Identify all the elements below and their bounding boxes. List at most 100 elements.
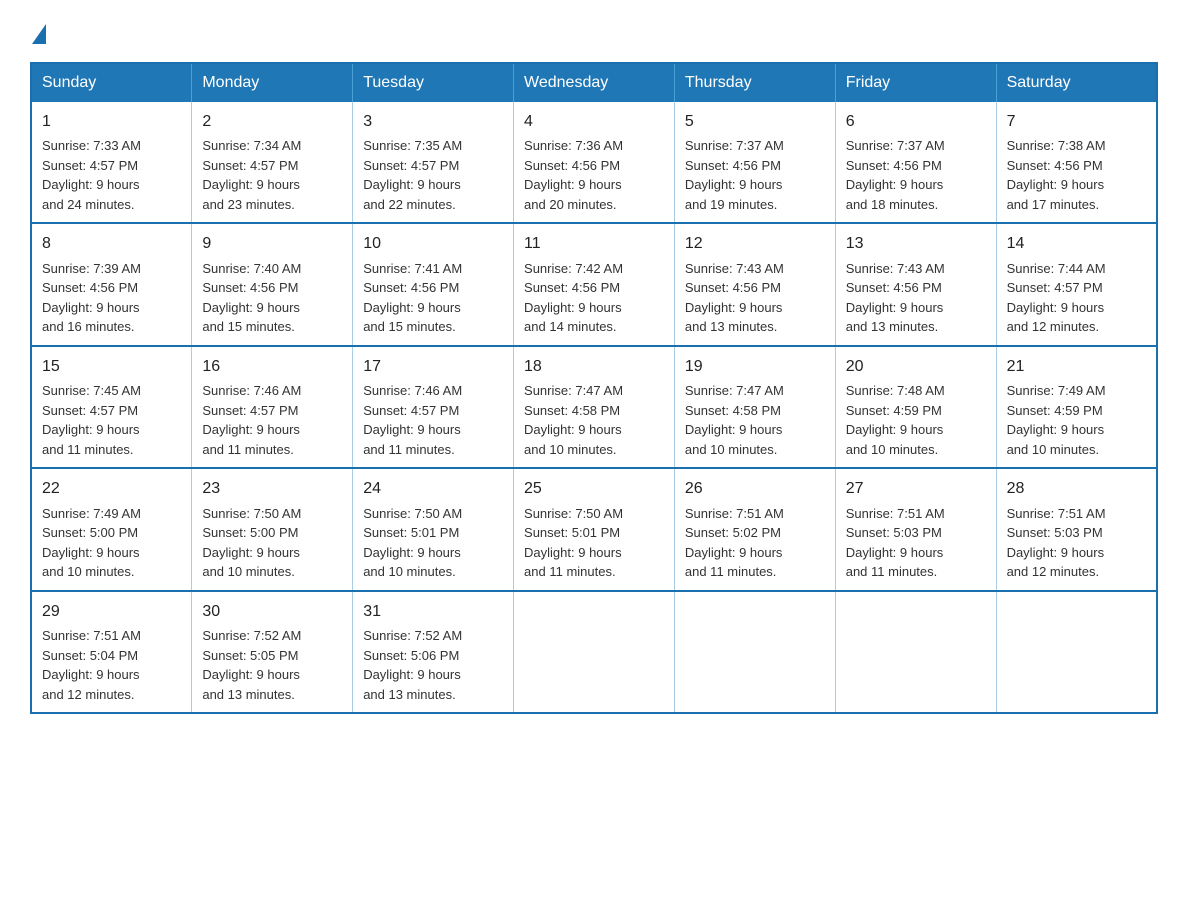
calendar-cell: 14 Sunrise: 7:44 AMSunset: 4:57 PMDaylig… xyxy=(996,223,1157,345)
day-info: Sunrise: 7:50 AMSunset: 5:01 PMDaylight:… xyxy=(363,506,462,580)
calendar-week-row: 15 Sunrise: 7:45 AMSunset: 4:57 PMDaylig… xyxy=(31,346,1157,468)
calendar-cell: 16 Sunrise: 7:46 AMSunset: 4:57 PMDaylig… xyxy=(192,346,353,468)
day-info: Sunrise: 7:49 AMSunset: 4:59 PMDaylight:… xyxy=(1007,383,1106,457)
calendar-cell: 20 Sunrise: 7:48 AMSunset: 4:59 PMDaylig… xyxy=(835,346,996,468)
calendar-cell: 11 Sunrise: 7:42 AMSunset: 4:56 PMDaylig… xyxy=(514,223,675,345)
day-info: Sunrise: 7:41 AMSunset: 4:56 PMDaylight:… xyxy=(363,261,462,335)
day-info: Sunrise: 7:47 AMSunset: 4:58 PMDaylight:… xyxy=(524,383,623,457)
logo xyxy=(30,20,46,44)
calendar-cell: 26 Sunrise: 7:51 AMSunset: 5:02 PMDaylig… xyxy=(674,468,835,590)
weekday-header-wednesday: Wednesday xyxy=(514,63,675,102)
day-number: 17 xyxy=(363,355,503,378)
day-number: 28 xyxy=(1007,477,1146,500)
calendar-cell: 4 Sunrise: 7:36 AMSunset: 4:56 PMDayligh… xyxy=(514,102,675,223)
day-number: 7 xyxy=(1007,110,1146,133)
day-info: Sunrise: 7:52 AMSunset: 5:05 PMDaylight:… xyxy=(202,628,301,702)
page-header xyxy=(30,20,1158,44)
day-number: 19 xyxy=(685,355,825,378)
day-number: 31 xyxy=(363,600,503,623)
calendar-cell: 8 Sunrise: 7:39 AMSunset: 4:56 PMDayligh… xyxy=(31,223,192,345)
calendar-cell: 21 Sunrise: 7:49 AMSunset: 4:59 PMDaylig… xyxy=(996,346,1157,468)
day-number: 10 xyxy=(363,232,503,255)
logo-triangle-icon xyxy=(32,24,46,44)
calendar-cell: 25 Sunrise: 7:50 AMSunset: 5:01 PMDaylig… xyxy=(514,468,675,590)
day-info: Sunrise: 7:34 AMSunset: 4:57 PMDaylight:… xyxy=(202,138,301,212)
day-number: 16 xyxy=(202,355,342,378)
day-number: 11 xyxy=(524,232,664,255)
day-info: Sunrise: 7:44 AMSunset: 4:57 PMDaylight:… xyxy=(1007,261,1106,335)
day-number: 30 xyxy=(202,600,342,623)
day-info: Sunrise: 7:51 AMSunset: 5:04 PMDaylight:… xyxy=(42,628,141,702)
day-info: Sunrise: 7:48 AMSunset: 4:59 PMDaylight:… xyxy=(846,383,945,457)
day-number: 3 xyxy=(363,110,503,133)
calendar-cell: 9 Sunrise: 7:40 AMSunset: 4:56 PMDayligh… xyxy=(192,223,353,345)
calendar-cell: 6 Sunrise: 7:37 AMSunset: 4:56 PMDayligh… xyxy=(835,102,996,223)
calendar-cell xyxy=(996,591,1157,713)
day-number: 26 xyxy=(685,477,825,500)
calendar-cell: 12 Sunrise: 7:43 AMSunset: 4:56 PMDaylig… xyxy=(674,223,835,345)
day-number: 1 xyxy=(42,110,181,133)
day-info: Sunrise: 7:37 AMSunset: 4:56 PMDaylight:… xyxy=(846,138,945,212)
day-info: Sunrise: 7:50 AMSunset: 5:01 PMDaylight:… xyxy=(524,506,623,580)
day-number: 20 xyxy=(846,355,986,378)
weekday-header-friday: Friday xyxy=(835,63,996,102)
calendar-cell xyxy=(514,591,675,713)
calendar-cell: 23 Sunrise: 7:50 AMSunset: 5:00 PMDaylig… xyxy=(192,468,353,590)
weekday-header-saturday: Saturday xyxy=(996,63,1157,102)
calendar-cell: 22 Sunrise: 7:49 AMSunset: 5:00 PMDaylig… xyxy=(31,468,192,590)
day-number: 5 xyxy=(685,110,825,133)
day-number: 29 xyxy=(42,600,181,623)
day-number: 22 xyxy=(42,477,181,500)
weekday-header-sunday: Sunday xyxy=(31,63,192,102)
calendar-cell: 30 Sunrise: 7:52 AMSunset: 5:05 PMDaylig… xyxy=(192,591,353,713)
day-info: Sunrise: 7:37 AMSunset: 4:56 PMDaylight:… xyxy=(685,138,784,212)
day-info: Sunrise: 7:35 AMSunset: 4:57 PMDaylight:… xyxy=(363,138,462,212)
calendar-cell: 18 Sunrise: 7:47 AMSunset: 4:58 PMDaylig… xyxy=(514,346,675,468)
weekday-header-monday: Monday xyxy=(192,63,353,102)
calendar-cell: 29 Sunrise: 7:51 AMSunset: 5:04 PMDaylig… xyxy=(31,591,192,713)
day-info: Sunrise: 7:51 AMSunset: 5:03 PMDaylight:… xyxy=(846,506,945,580)
calendar-cell xyxy=(835,591,996,713)
calendar-header-row: SundayMondayTuesdayWednesdayThursdayFrid… xyxy=(31,63,1157,102)
day-number: 24 xyxy=(363,477,503,500)
calendar-cell: 15 Sunrise: 7:45 AMSunset: 4:57 PMDaylig… xyxy=(31,346,192,468)
day-info: Sunrise: 7:51 AMSunset: 5:03 PMDaylight:… xyxy=(1007,506,1106,580)
calendar-cell: 10 Sunrise: 7:41 AMSunset: 4:56 PMDaylig… xyxy=(353,223,514,345)
calendar-week-row: 22 Sunrise: 7:49 AMSunset: 5:00 PMDaylig… xyxy=(31,468,1157,590)
day-number: 12 xyxy=(685,232,825,255)
calendar-cell xyxy=(674,591,835,713)
calendar-cell: 2 Sunrise: 7:34 AMSunset: 4:57 PMDayligh… xyxy=(192,102,353,223)
day-number: 27 xyxy=(846,477,986,500)
calendar-cell: 5 Sunrise: 7:37 AMSunset: 4:56 PMDayligh… xyxy=(674,102,835,223)
calendar-cell: 27 Sunrise: 7:51 AMSunset: 5:03 PMDaylig… xyxy=(835,468,996,590)
day-info: Sunrise: 7:43 AMSunset: 4:56 PMDaylight:… xyxy=(846,261,945,335)
calendar-cell: 31 Sunrise: 7:52 AMSunset: 5:06 PMDaylig… xyxy=(353,591,514,713)
day-info: Sunrise: 7:36 AMSunset: 4:56 PMDaylight:… xyxy=(524,138,623,212)
calendar-cell: 13 Sunrise: 7:43 AMSunset: 4:56 PMDaylig… xyxy=(835,223,996,345)
day-info: Sunrise: 7:40 AMSunset: 4:56 PMDaylight:… xyxy=(202,261,301,335)
calendar-week-row: 29 Sunrise: 7:51 AMSunset: 5:04 PMDaylig… xyxy=(31,591,1157,713)
day-number: 18 xyxy=(524,355,664,378)
day-number: 6 xyxy=(846,110,986,133)
day-number: 2 xyxy=(202,110,342,133)
day-number: 15 xyxy=(42,355,181,378)
weekday-header-thursday: Thursday xyxy=(674,63,835,102)
day-number: 8 xyxy=(42,232,181,255)
day-number: 13 xyxy=(846,232,986,255)
day-number: 23 xyxy=(202,477,342,500)
day-info: Sunrise: 7:39 AMSunset: 4:56 PMDaylight:… xyxy=(42,261,141,335)
weekday-header-tuesday: Tuesday xyxy=(353,63,514,102)
day-info: Sunrise: 7:43 AMSunset: 4:56 PMDaylight:… xyxy=(685,261,784,335)
day-info: Sunrise: 7:49 AMSunset: 5:00 PMDaylight:… xyxy=(42,506,141,580)
calendar-cell: 7 Sunrise: 7:38 AMSunset: 4:56 PMDayligh… xyxy=(996,102,1157,223)
day-info: Sunrise: 7:46 AMSunset: 4:57 PMDaylight:… xyxy=(202,383,301,457)
calendar-week-row: 1 Sunrise: 7:33 AMSunset: 4:57 PMDayligh… xyxy=(31,102,1157,223)
calendar-cell: 24 Sunrise: 7:50 AMSunset: 5:01 PMDaylig… xyxy=(353,468,514,590)
day-number: 14 xyxy=(1007,232,1146,255)
day-info: Sunrise: 7:38 AMSunset: 4:56 PMDaylight:… xyxy=(1007,138,1106,212)
day-number: 21 xyxy=(1007,355,1146,378)
calendar-cell: 1 Sunrise: 7:33 AMSunset: 4:57 PMDayligh… xyxy=(31,102,192,223)
day-number: 25 xyxy=(524,477,664,500)
day-info: Sunrise: 7:45 AMSunset: 4:57 PMDaylight:… xyxy=(42,383,141,457)
calendar-cell: 28 Sunrise: 7:51 AMSunset: 5:03 PMDaylig… xyxy=(996,468,1157,590)
